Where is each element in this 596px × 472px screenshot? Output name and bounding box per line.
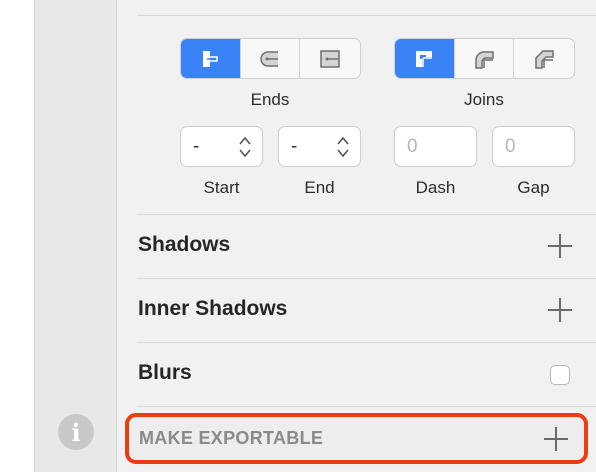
dash-input[interactable] <box>407 136 467 158</box>
joins-round-button[interactable] <box>454 39 515 78</box>
divider <box>137 15 596 16</box>
inner-shadows-section: Inner Shadows <box>137 278 596 342</box>
start-arrow-select[interactable]: - <box>180 126 263 167</box>
square-cap-icon <box>320 49 340 68</box>
butt-cap-icon <box>203 50 219 67</box>
ends-segmented-control <box>180 38 361 79</box>
dash-field <box>394 126 477 167</box>
bevel-join-icon <box>535 49 554 69</box>
info-icon[interactable]: i <box>58 414 94 450</box>
stepper-arrows-icon <box>337 136 349 158</box>
shadows-section: Shadows <box>137 214 596 278</box>
ends-label: Ends <box>250 90 290 109</box>
end-label: End <box>304 178 335 197</box>
sidebar-gutter <box>34 0 117 472</box>
ends-square-button[interactable] <box>300 39 360 78</box>
end-arrow-select[interactable]: - <box>278 126 361 167</box>
ends-butt-button[interactable] <box>181 39 241 78</box>
gap-field <box>492 126 575 167</box>
stepper-arrows-icon <box>239 136 251 158</box>
round-join-icon <box>475 50 494 69</box>
blurs-section: Blurs <box>137 342 596 406</box>
joins-bevel-button[interactable] <box>514 39 574 78</box>
joins-segmented-control <box>394 38 575 79</box>
add-inner-shadow-plus-icon[interactable] <box>548 298 572 322</box>
round-cap-icon <box>260 50 278 67</box>
ends-round-button[interactable] <box>240 39 301 78</box>
start-arrow-value: - <box>193 136 200 157</box>
add-shadow-plus-icon[interactable] <box>548 234 572 258</box>
add-export-plus-icon[interactable] <box>544 427 568 451</box>
dash-label: Dash <box>415 178 456 197</box>
end-arrow-value: - <box>291 136 298 157</box>
miter-join-icon <box>416 50 433 67</box>
canvas-edge <box>0 0 34 472</box>
blurs-title: Blurs <box>138 361 192 384</box>
make-exportable-label: MAKE EXPORTABLE <box>139 428 324 448</box>
start-label: Start <box>203 178 240 197</box>
shadows-title: Shadows <box>138 233 231 256</box>
gap-label: Gap <box>517 178 550 197</box>
make-exportable-row[interactable]: MAKE EXPORTABLE <box>125 413 588 464</box>
gap-input[interactable] <box>505 136 565 158</box>
joins-label: Joins <box>464 90 504 109</box>
blur-checkbox[interactable] <box>550 365 570 385</box>
joins-miter-button[interactable] <box>395 39 455 78</box>
inspector-panel: Ends Joins - - 0 0 Start End Dash Gap Sh… <box>117 0 596 472</box>
inner-shadows-title: Inner Shadows <box>138 297 288 320</box>
